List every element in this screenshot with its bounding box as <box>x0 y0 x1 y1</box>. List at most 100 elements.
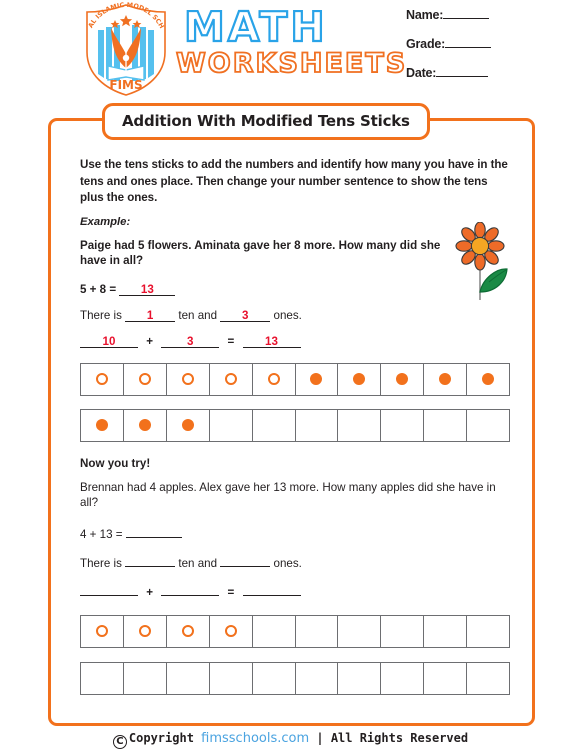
tens-stick-cell[interactable] <box>296 409 339 441</box>
practice-expand-right[interactable] <box>161 582 220 596</box>
example-label: Example: <box>80 215 131 228</box>
example-there-is-label: There is <box>80 308 122 322</box>
hollow-dot-icon <box>95 625 108 637</box>
tens-stick-cell[interactable] <box>210 363 253 395</box>
tens-stick-cell[interactable] <box>424 409 468 441</box>
tens-stick-cell[interactable] <box>167 363 210 395</box>
tens-stick-cell[interactable] <box>296 662 339 694</box>
website-link[interactable]: fimsschools.com <box>201 731 309 746</box>
tens-stick-cell[interactable] <box>296 615 339 647</box>
filled-dot-icon <box>482 373 495 385</box>
tens-stick-cell[interactable] <box>338 409 382 441</box>
tens-stick-cell[interactable] <box>167 615 210 647</box>
tens-stick-cell[interactable] <box>210 409 253 441</box>
tens-stick-cell[interactable] <box>381 662 425 694</box>
tens-stick-cell[interactable] <box>467 364 509 395</box>
logo-monogram: FIMS <box>109 78 142 92</box>
date-field-row: Date: <box>406 66 576 80</box>
hollow-dot-icon <box>181 625 194 637</box>
date-field-label: Date: <box>406 66 437 80</box>
example-ones-answer[interactable]: 3 <box>220 308 271 322</box>
tens-stick-cell[interactable] <box>81 363 124 395</box>
tens-stick-cell[interactable] <box>253 662 296 694</box>
tens-stick-cell[interactable] <box>338 662 382 694</box>
filled-dot-icon <box>353 373 366 385</box>
example-ones-label: ones. <box>273 308 302 322</box>
brand-math-text: MATH <box>183 3 328 51</box>
example-expand-left[interactable]: 10 <box>80 334 138 348</box>
tens-stick-cell[interactable] <box>424 615 468 647</box>
tens-stick-cell[interactable] <box>381 615 425 647</box>
footer-copyright: C Copyright fimsschools.com | All Rights … <box>0 731 581 749</box>
page-title: Addition With Modified Tens Sticks <box>102 103 430 140</box>
filled-dot-icon <box>439 373 452 385</box>
example-tens-answer[interactable]: 1 <box>125 308 176 322</box>
tens-stick-cell[interactable] <box>424 363 468 395</box>
filled-dot-icon <box>310 373 323 385</box>
example-expand-right[interactable]: 3 <box>161 334 220 348</box>
practice-heading: Now you try! <box>80 456 151 470</box>
date-input[interactable] <box>436 76 489 77</box>
practice-tens-stick-row-2[interactable] <box>80 661 510 695</box>
tens-stick-cell[interactable] <box>253 363 296 395</box>
rights-text: | All Rights Reserved <box>316 731 469 745</box>
example-ten-label: ten and <box>178 308 218 322</box>
hollow-dot-icon <box>267 373 280 385</box>
practice-expand-equals: = <box>227 585 235 599</box>
tens-stick-cell[interactable] <box>124 615 167 647</box>
tens-stick-cell[interactable] <box>124 363 167 395</box>
example-tens-stick-row-2[interactable] <box>80 408 510 442</box>
tens-stick-cell[interactable] <box>210 662 253 694</box>
tens-stick-cell[interactable] <box>210 615 253 647</box>
example-expand-total[interactable]: 13 <box>242 334 301 348</box>
tens-stick-cell[interactable] <box>338 363 382 395</box>
name-field-row: Name: <box>406 8 576 22</box>
name-input[interactable] <box>443 18 490 19</box>
practice-sum-answer[interactable] <box>125 524 182 538</box>
tens-stick-cell[interactable] <box>167 662 210 694</box>
grade-field-row: Grade: <box>406 37 576 51</box>
practice-there-is-label: There is <box>80 556 122 570</box>
tens-stick-cell[interactable] <box>338 615 382 647</box>
student-info-fields: Name: Grade: Date: <box>406 8 576 95</box>
tens-stick-cell[interactable] <box>253 615 296 647</box>
tens-stick-cell[interactable] <box>467 616 509 647</box>
tens-stick-cell[interactable] <box>81 662 124 694</box>
practice-ten-label: ten and <box>178 556 218 570</box>
tens-stick-cell[interactable] <box>81 615 124 647</box>
tens-stick-cell[interactable] <box>424 662 468 694</box>
filled-dot-icon <box>138 419 151 431</box>
tens-stick-cell[interactable] <box>296 363 339 395</box>
hollow-dot-icon <box>138 373 151 385</box>
example-expand-plus: + <box>146 334 154 348</box>
hollow-dot-icon <box>138 625 151 637</box>
tens-stick-cell[interactable] <box>124 409 167 441</box>
practice-expand-left[interactable] <box>80 582 138 596</box>
example-sum-answer[interactable]: 13 <box>119 282 176 296</box>
tens-stick-cell[interactable] <box>253 409 296 441</box>
tens-stick-cell[interactable] <box>381 363 425 395</box>
practice-ones-answer[interactable] <box>220 553 271 567</box>
tens-stick-cell[interactable] <box>81 409 124 441</box>
example-sum-prefix: 5 + 8 = <box>80 282 117 296</box>
copyright-text: Copyright <box>128 731 194 745</box>
example-placevalue-line: There is 1 ten and 3 ones. <box>80 308 510 323</box>
hollow-dot-icon <box>224 625 237 637</box>
practice-tens-answer[interactable] <box>125 553 176 567</box>
hollow-dot-icon <box>224 373 237 385</box>
practice-expand-total[interactable] <box>242 582 301 596</box>
copyright-icon: C <box>112 735 127 749</box>
filled-dot-icon <box>95 419 108 431</box>
tens-stick-cell[interactable] <box>381 409 425 441</box>
hollow-dot-icon <box>181 373 194 385</box>
practice-sum-prefix: 4 + 13 = <box>80 527 123 541</box>
grade-input[interactable] <box>445 47 492 48</box>
example-tens-stick-row-1[interactable] <box>80 362 510 396</box>
practice-tens-stick-row-1[interactable] <box>80 614 510 648</box>
tens-stick-cell[interactable] <box>124 662 167 694</box>
tens-stick-cell[interactable] <box>167 409 210 441</box>
brand-wordmark: MATH WORKSHEETS <box>175 3 406 94</box>
tens-stick-cell[interactable] <box>467 663 509 694</box>
hollow-dot-icon <box>95 373 108 385</box>
tens-stick-cell[interactable] <box>467 410 509 441</box>
